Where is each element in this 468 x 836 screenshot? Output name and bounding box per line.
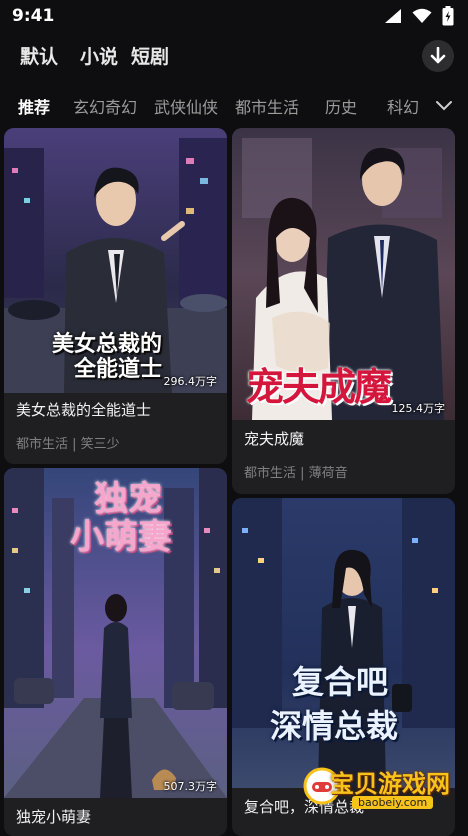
book-meta: 都市生活 | 笑三少: [16, 437, 120, 452]
expand-categories-button[interactable]: [432, 94, 456, 118]
download-button[interactable]: [422, 40, 454, 72]
arrow-down-icon: [430, 47, 446, 64]
cover-title: 独宠 小萌妻: [70, 479, 172, 556]
status-bar: 9:41: [0, 0, 468, 32]
signal-icon: [385, 9, 401, 23]
word-count: 507.3万字: [163, 780, 218, 793]
watermark-url: baobeiy.com: [352, 796, 434, 809]
category-scifi[interactable]: 科幻: [387, 94, 419, 118]
book-card[interactable]: 宠夫成魔 125.4万字 宠夫成魔 都市生活 | 薄荷音: [232, 128, 455, 494]
chevron-down-icon: [436, 101, 452, 111]
cover-title-line: 小萌妻: [70, 517, 172, 557]
book-cover: 复合吧 深情总裁: [232, 498, 455, 788]
cover-title: 复合吧 深情总裁: [270, 660, 398, 748]
category-wuxia[interactable]: 武侠仙侠: [154, 94, 218, 118]
battery-icon: [442, 6, 454, 26]
tab-novel[interactable]: 小说: [80, 42, 118, 69]
cover-title-line: 全能道士: [74, 356, 163, 382]
book-cover: 宠夫成魔 125.4万字: [232, 128, 455, 420]
category-bar: 推荐 玄幻奇幻 武侠仙侠 都市生活 历史 科幻: [0, 88, 468, 124]
word-count: 296.4万字: [163, 375, 218, 388]
book-card[interactable]: 美女总裁的 全能道士 296.4万字 美女总裁的全能道士 都市生活 | 笑三少: [4, 128, 227, 464]
status-time: 9:41: [12, 6, 55, 26]
book-title: 独宠小萌妻: [16, 808, 92, 826]
cover-title: 美女总裁的 全能道士: [52, 332, 162, 382]
watermark-text: 宝贝游戏网: [330, 770, 450, 798]
word-count: 125.4万字: [391, 402, 446, 415]
cover-title-line: 复合吧: [292, 663, 389, 701]
watermark-logo: 宝贝游戏网 baobeiy.com: [302, 760, 452, 820]
tab-short-drama[interactable]: 短剧: [131, 42, 169, 69]
top-tab-bar: 默认 小说 短剧: [0, 38, 468, 74]
cover-title-line: 独宠: [94, 479, 162, 519]
book-cover: 独宠 小萌妻 507.3万字: [4, 468, 227, 798]
book-title: 宠夫成魔: [244, 430, 305, 448]
tab-default[interactable]: 默认: [20, 42, 58, 69]
book-meta: 都市生活 | 薄荷音: [244, 466, 348, 481]
book-title: 美女总裁的全能道士: [16, 401, 152, 419]
category-fantasy[interactable]: 玄幻奇幻: [73, 94, 137, 118]
cover-title-line: 美女总裁的: [52, 331, 163, 357]
cover-title: 宠夫成魔: [246, 364, 392, 409]
category-recommend[interactable]: 推荐: [18, 94, 50, 118]
status-icons: [384, 6, 454, 26]
category-history[interactable]: 历史: [325, 94, 357, 118]
cover-title-line: 深情总裁: [270, 707, 399, 745]
category-urban[interactable]: 都市生活: [235, 94, 299, 118]
book-card[interactable]: 独宠 小萌妻 507.3万字 独宠小萌妻: [4, 468, 227, 836]
book-cover: 美女总裁的 全能道士 296.4万字: [4, 128, 227, 393]
wifi-icon: [412, 8, 432, 23]
